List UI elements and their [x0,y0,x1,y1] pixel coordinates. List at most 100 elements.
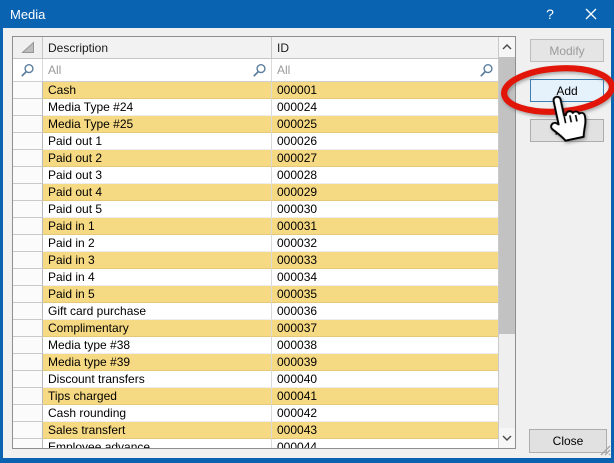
id-cell[interactable]: 000027 [272,150,498,167]
id-filter-input[interactable]: All [272,59,498,81]
row-header-cell[interactable] [13,371,43,388]
row-header-cell[interactable] [13,218,43,235]
row-header-cell[interactable] [13,167,43,184]
description-cell[interactable]: Cash rounding [43,405,272,422]
id-cell[interactable]: 000025 [272,116,498,133]
search-icon[interactable] [252,63,267,78]
description-cell[interactable]: Tips charged [43,388,272,405]
description-cell[interactable]: Discount transfers [43,371,272,388]
id-cell[interactable]: 000028 [272,167,498,184]
table-row[interactable]: Cash000001 [13,82,498,99]
description-cell[interactable]: Sales transfert [43,422,272,439]
row-header-cell[interactable] [13,320,43,337]
row-header-cell[interactable] [13,116,43,133]
id-cell[interactable]: 000029 [272,184,498,201]
id-cell[interactable]: 000044 [272,439,498,448]
description-cell[interactable]: Media Type #24 [43,99,272,116]
description-cell[interactable]: Paid out 5 [43,201,272,218]
table-row[interactable]: Sales transfert000043 [13,422,498,439]
description-cell[interactable]: Paid out 4 [43,184,272,201]
id-cell[interactable]: 000030 [272,201,498,218]
titlebar-close-button[interactable] [568,0,614,28]
id-cell[interactable]: 000036 [272,303,498,320]
id-cell[interactable]: 000039 [272,354,498,371]
table-row[interactable]: Media type #39000039 [13,354,498,371]
table-row[interactable]: Paid in 5000035 [13,286,498,303]
add-button[interactable]: Add [530,79,604,102]
row-header-cell[interactable] [13,422,43,439]
vertical-scrollbar[interactable] [498,37,515,448]
id-cell[interactable]: 000038 [272,337,498,354]
filter-button[interactable] [13,59,43,81]
print-button[interactable]: Print [530,119,604,142]
row-header-cell[interactable] [13,184,43,201]
table-row[interactable]: Paid out 2000027 [13,150,498,167]
table-row[interactable]: Cash rounding000042 [13,405,498,422]
table-row[interactable]: Employee advance000044 [13,439,498,448]
row-header-cell[interactable] [13,439,43,448]
row-header-cell[interactable] [13,99,43,116]
description-filter-input[interactable]: All [43,59,272,81]
table-row[interactable]: Paid in 3000033 [13,252,498,269]
row-header-cell[interactable] [13,235,43,252]
description-cell[interactable]: Complimentary [43,320,272,337]
table-row[interactable]: Discount transfers000040 [13,371,498,388]
id-cell[interactable]: 000034 [272,269,498,286]
column-header-description[interactable]: Description [43,37,272,58]
description-cell[interactable]: Paid in 3 [43,252,272,269]
scroll-up-button[interactable] [499,37,515,57]
description-cell[interactable]: Paid out 2 [43,150,272,167]
row-header-cell[interactable] [13,337,43,354]
row-header-cell[interactable] [13,388,43,405]
table-row[interactable]: Media Type #25000025 [13,116,498,133]
id-cell[interactable]: 000031 [272,218,498,235]
modify-button[interactable]: Modify [530,39,604,62]
row-header-cell[interactable] [13,252,43,269]
id-cell[interactable]: 000037 [272,320,498,337]
description-cell[interactable]: Media Type #25 [43,116,272,133]
row-header-cell[interactable] [13,286,43,303]
description-cell[interactable]: Paid in 1 [43,218,272,235]
description-cell[interactable]: Cash [43,82,272,99]
table-row[interactable]: Tips charged000041 [13,388,498,405]
id-cell[interactable]: 000024 [272,99,498,116]
row-header-cell[interactable] [13,82,43,99]
table-row[interactable]: Complimentary000037 [13,320,498,337]
description-cell[interactable]: Paid out 1 [43,133,272,150]
row-header-cell[interactable] [13,269,43,286]
description-cell[interactable]: Gift card purchase [43,303,272,320]
description-cell[interactable]: Paid in 4 [43,269,272,286]
description-cell[interactable]: Employee advance [43,439,272,448]
table-row[interactable]: Paid out 5000030 [13,201,498,218]
table-row[interactable]: Paid in 2000032 [13,235,498,252]
table-row[interactable]: Paid out 1000026 [13,133,498,150]
table-row[interactable]: Paid in 4000034 [13,269,498,286]
row-header-cell[interactable] [13,405,43,422]
description-cell[interactable]: Media type #39 [43,354,272,371]
description-cell[interactable]: Media type #38 [43,337,272,354]
row-header-cell[interactable] [13,303,43,320]
row-header-cell[interactable] [13,201,43,218]
id-cell[interactable]: 000043 [272,422,498,439]
table-row[interactable]: Paid out 4000029 [13,184,498,201]
scrollbar-thumb[interactable] [499,57,515,334]
description-cell[interactable]: Paid out 3 [43,167,272,184]
row-header-cell[interactable] [13,150,43,167]
select-all-header-cell[interactable] [13,37,43,58]
search-icon[interactable] [479,63,494,78]
table-row[interactable]: Gift card purchase000036 [13,303,498,320]
id-cell[interactable]: 000041 [272,388,498,405]
scroll-down-button[interactable] [499,428,515,448]
description-cell[interactable]: Paid in 2 [43,235,272,252]
table-row[interactable]: Paid out 3000028 [13,167,498,184]
table-row[interactable]: Media type #38000038 [13,337,498,354]
column-header-id[interactable]: ID [272,37,498,58]
id-cell[interactable]: 000035 [272,286,498,303]
help-button[interactable]: ? [532,0,568,28]
id-cell[interactable]: 000026 [272,133,498,150]
table-row[interactable]: Paid in 1000031 [13,218,498,235]
id-cell[interactable]: 000042 [272,405,498,422]
table-row[interactable]: Media Type #24000024 [13,99,498,116]
id-cell[interactable]: 000033 [272,252,498,269]
id-cell[interactable]: 000040 [272,371,498,388]
